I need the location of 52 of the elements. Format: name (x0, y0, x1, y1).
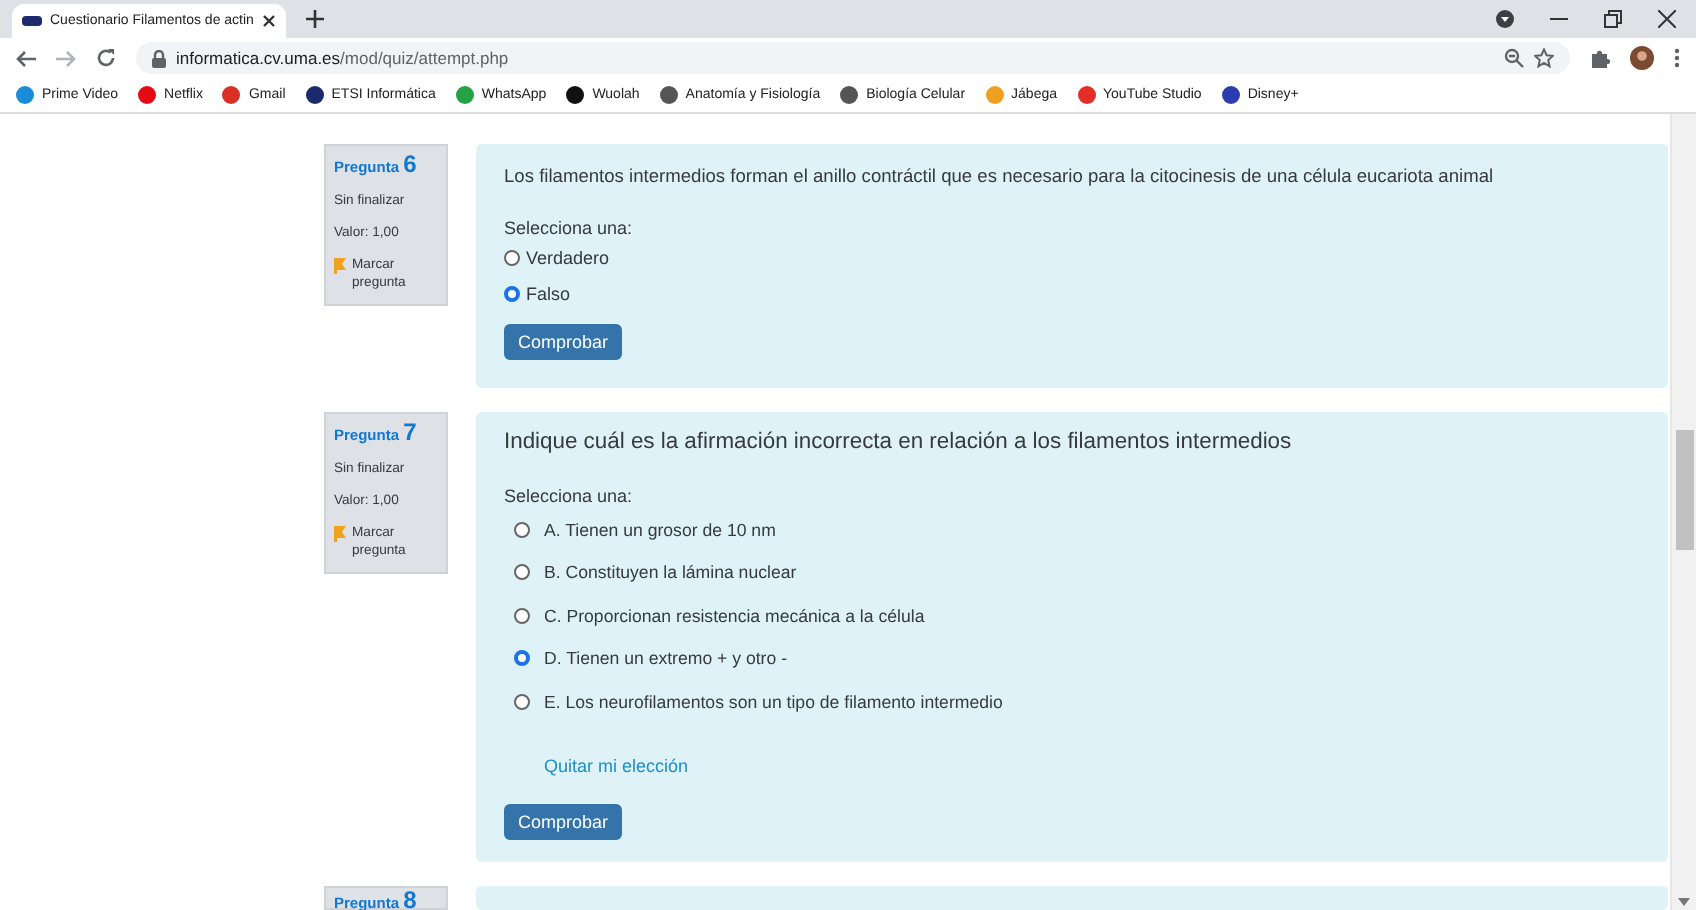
bookmark-icon (659, 86, 678, 104)
address-bar[interactable]: informatica.cv.uma.es/mod/quiz/attempt.php (136, 42, 1570, 74)
bookmark-icon (840, 86, 859, 104)
radio-button[interactable] (514, 521, 530, 538)
bookmark-icon (138, 86, 157, 104)
bookmark-icon (305, 86, 324, 104)
prompt-text: Selecciona una: (504, 486, 635, 508)
down-arrow-icon[interactable] (1678, 898, 1690, 906)
option-label[interactable]: Verdadero (526, 248, 610, 268)
option-label[interactable]: A. Tienen un grosor de 10 nm (544, 519, 776, 540)
check-button[interactable]: Comprobar (504, 324, 623, 360)
puzzle-icon[interactable] (1590, 48, 1610, 68)
flag-icon (334, 526, 346, 542)
option-label[interactable]: B. Constituyen la lámina nuclear (544, 562, 797, 583)
close-icon[interactable] (1658, 10, 1676, 28)
option-label[interactable]: Falso (526, 284, 571, 304)
radio-button[interactable] (504, 250, 520, 266)
bookmark-icon (222, 86, 241, 104)
question-text: Los filamentos intermedios forman el anillo contráctil que es necesario para la citocinesis de una célula eucariota animal (504, 164, 1496, 188)
plus-icon[interactable] (305, 10, 324, 28)
dropdown-icon[interactable] (1496, 10, 1514, 28)
scrollbar-thumb[interactable] (1676, 430, 1694, 550)
close-icon[interactable] (261, 14, 276, 28)
lock-icon (152, 49, 166, 67)
radio-button[interactable] (514, 564, 530, 581)
logo-icon (22, 14, 42, 28)
question-text: Indique cuál es la afirmación incorrecta en relación a los filamentos intermedios (504, 428, 1294, 458)
bookmark-icon (566, 86, 585, 104)
reload-icon[interactable] (96, 48, 116, 68)
check-button[interactable]: Comprobar (504, 803, 623, 839)
zoom-icon[interactable] (1504, 48, 1524, 68)
prompt-text: Selecciona una: (504, 218, 635, 240)
back-arrow-icon[interactable] (16, 49, 36, 67)
menu-icon[interactable] (1674, 48, 1680, 68)
option-label[interactable]: C. Proporcionan resistencia mecánica a la célula (544, 605, 925, 626)
scrollbar[interactable] (1670, 114, 1696, 910)
bookmark-icon (1221, 86, 1240, 104)
url-text: informatica.cv.uma.es/mod/quiz/attempt.php (176, 48, 509, 68)
bookmark-icon (1077, 86, 1095, 104)
radio-button[interactable] (514, 607, 530, 624)
option-label[interactable]: D. Tienen un extremo + y otro - (544, 648, 788, 669)
star-icon[interactable] (1534, 48, 1554, 68)
bookmark-icon (985, 86, 1004, 104)
option-label[interactable]: E. Los neurofilamentos son un tipo de filamento intermedio (544, 691, 1003, 712)
avatar-icon[interactable] (1630, 46, 1654, 70)
radio-button[interactable] (514, 693, 530, 710)
radio-button[interactable] (514, 650, 530, 667)
radio-button[interactable] (504, 286, 520, 302)
bookmark-icon (16, 86, 34, 104)
flag-icon (334, 258, 346, 274)
maximize-icon[interactable] (1604, 10, 1622, 28)
bookmark-icon (455, 86, 474, 104)
